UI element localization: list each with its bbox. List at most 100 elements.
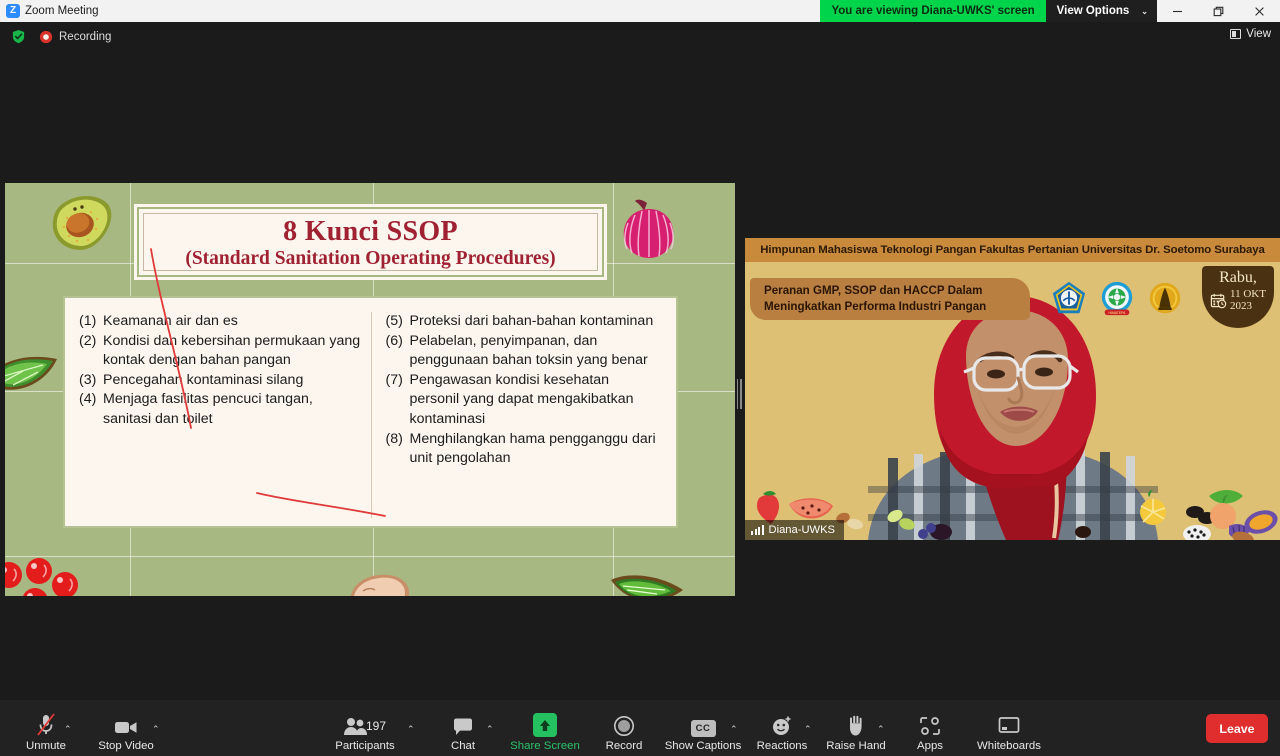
- list-item-number: (6): [386, 332, 410, 371]
- minimize-button[interactable]: [1157, 0, 1198, 22]
- whiteboard-icon: [997, 711, 1021, 737]
- cherry-tomatoes-illustration: [5, 553, 93, 596]
- chevron-down-icon: ⌄: [1141, 7, 1148, 16]
- whiteboards-button[interactable]: Whiteboards: [971, 711, 1047, 752]
- participant-name: Diana-UWKS: [769, 524, 836, 536]
- list-item-text: Pelabelan, penyimpanan, dan penggunaan b…: [410, 332, 663, 371]
- view-layout-button[interactable]: View: [1230, 28, 1271, 40]
- restore-button[interactable]: [1198, 0, 1239, 22]
- list-item: (4) Menjaga fasilitas pencuci tangan, sa…: [79, 390, 365, 429]
- apps-button[interactable]: Apps: [892, 711, 968, 752]
- status-bar: Recording View: [0, 22, 1280, 51]
- university-logo-gold-emblem: [1146, 280, 1184, 318]
- shared-screen-content[interactable]: 8 Kunci SSOP (Standard Sanitation Operat…: [5, 183, 735, 596]
- university-logo-unitomo: [1050, 280, 1088, 318]
- raise-hand-icon: [846, 711, 866, 737]
- list-item-number: (2): [79, 332, 103, 371]
- date-badge-year: 2023: [1230, 300, 1252, 312]
- organization-banner-text: Himpunan Mahasiswa Teknologi Pangan Faku…: [760, 244, 1264, 256]
- topic-banner: Peranan GMP, SSOP dan HACCP Dalam Mening…: [750, 278, 1030, 320]
- video-options-caret-icon[interactable]: ⌃: [152, 725, 160, 734]
- date-badge-day: Rabu,: [1219, 270, 1257, 286]
- captions-caret-icon[interactable]: ⌃: [730, 725, 738, 734]
- recording-dot-icon: [39, 30, 53, 44]
- list-item-number: (1): [79, 312, 103, 332]
- calendar-clock-icon: [1210, 292, 1227, 309]
- zoom-meeting-window: Z Zoom Meeting You are viewing Diana-UWK…: [0, 0, 1280, 756]
- whiteboards-label: Whiteboards: [977, 740, 1041, 752]
- participants-label: Participants: [335, 740, 395, 752]
- list-item: (1) Keamanan air dan es: [79, 312, 365, 332]
- list-item: (7) Pengawasan kondisi kesehatan personi…: [386, 371, 663, 430]
- avocado-illustration: [47, 193, 117, 260]
- cc-badge: CC: [691, 720, 716, 737]
- grid-line: [5, 556, 735, 557]
- topic-line-1: Peranan GMP, SSOP dan HACCP Dalam: [764, 283, 1030, 299]
- list-item-number: (5): [386, 312, 410, 332]
- participant-name-tag: Diana-UWKS: [745, 520, 844, 540]
- window-title-bar: Z Zoom Meeting You are viewing Diana-UWK…: [0, 0, 1280, 22]
- slide-title: 8 Kunci SSOP: [283, 217, 458, 246]
- reactions-label: Reactions: [757, 740, 808, 752]
- record-button[interactable]: Record: [586, 711, 662, 752]
- audio-options-caret-icon[interactable]: ⌃: [64, 725, 72, 734]
- apps-icon: [919, 711, 941, 737]
- slide-left-column: (1) Keamanan air dan es (2) Kondisi dan …: [73, 312, 371, 518]
- slide-columns: (1) Keamanan air dan es (2) Kondisi dan …: [65, 298, 676, 526]
- reactions-caret-icon[interactable]: ⌃: [804, 725, 812, 734]
- list-item-text: Pencegahan kontaminasi silang: [103, 371, 365, 391]
- university-logo-hima: HIMATEPA: [1098, 280, 1136, 318]
- list-item-text: Proteksi dari bahan-bahan kontaminan: [410, 312, 663, 332]
- panel-resize-handle[interactable]: [735, 376, 743, 412]
- encryption-shield-icon[interactable]: [11, 29, 26, 44]
- slide-subtitle: (Standard Sanitation Operating Procedure…: [185, 248, 555, 269]
- topic-line-2: Meningkatkan Performa Industri Pangan: [764, 299, 1030, 315]
- resize-grip-line: [740, 379, 742, 409]
- list-item-text: Menjaga fasilitas pencuci tangan, sanita…: [103, 390, 365, 429]
- share-screen-up-arrow-icon: [533, 711, 557, 737]
- list-item-text: Menghilangkan hama pengganggu dari unit …: [410, 430, 663, 469]
- slide-body-card: (1) Keamanan air dan es (2) Kondisi dan …: [63, 296, 678, 528]
- recording-indicator[interactable]: Recording: [39, 30, 111, 44]
- list-item-text: Kondisi dan kebersihan permukaan yang ko…: [103, 332, 365, 371]
- active-speaker-video[interactable]: Himpunan Mahasiswa Teknologi Pangan Faku…: [745, 238, 1280, 540]
- leave-button[interactable]: Leave: [1206, 714, 1268, 743]
- chili-leaf-illustration: [607, 568, 687, 596]
- resize-grip-line: [737, 379, 739, 409]
- date-badge-dates: 11 OKT 2023: [1230, 288, 1266, 312]
- view-options-button[interactable]: View Options ⌄: [1046, 0, 1157, 22]
- participants-button[interactable]: 197 Participants: [327, 711, 403, 752]
- red-onion-illustration: [619, 197, 679, 266]
- list-item: (6) Pelabelan, penyimpanan, dan pengguna…: [386, 332, 663, 371]
- record-circle-icon: [613, 711, 635, 737]
- organization-banner: Himpunan Mahasiswa Teknologi Pangan Faku…: [745, 238, 1280, 262]
- close-button[interactable]: [1239, 0, 1280, 22]
- university-logos: HIMATEPA: [1050, 280, 1184, 318]
- meeting-controls-toolbar: Unmute ⌃ Stop Video ⌃ 197: [0, 700, 1280, 756]
- chat-caret-icon[interactable]: ⌃: [486, 725, 494, 734]
- raise-hand-label: Raise Hand: [826, 740, 886, 752]
- audio-bars-icon: [751, 525, 764, 535]
- list-item: (3) Pencegahan kontaminasi silang: [79, 371, 365, 391]
- zoom-logo-icon: Z: [6, 4, 20, 18]
- share-screen-badge: [533, 713, 557, 737]
- view-options-label: View Options: [1057, 5, 1130, 17]
- closed-captions-icon: CC: [691, 711, 716, 737]
- layout-view-icon: [1230, 29, 1241, 39]
- raise-hand-caret-icon[interactable]: ⌃: [877, 725, 885, 734]
- window-controls: [1157, 0, 1280, 22]
- slide-title-inner-frame: 8 Kunci SSOP (Standard Sanitation Operat…: [143, 213, 598, 271]
- share-screen-button[interactable]: Share Screen: [507, 711, 583, 752]
- window-title: Zoom Meeting: [25, 5, 99, 17]
- chat-bubble-icon: [452, 711, 474, 737]
- reactions-smiley-icon: [771, 711, 793, 737]
- participants-caret-icon[interactable]: ⌃: [407, 725, 415, 734]
- participants-icon: 197: [343, 711, 387, 737]
- date-badge-date: 11 OKT: [1230, 288, 1266, 300]
- chat-label: Chat: [451, 740, 475, 752]
- unmute-button[interactable]: Unmute: [8, 711, 84, 752]
- list-item-text: Pengawasan kondisi kesehatan personil ya…: [410, 371, 663, 430]
- date-badge-row: 11 OKT 2023: [1210, 288, 1266, 312]
- slide-title-card: 8 Kunci SSOP (Standard Sanitation Operat…: [137, 207, 604, 277]
- apps-label: Apps: [917, 740, 943, 752]
